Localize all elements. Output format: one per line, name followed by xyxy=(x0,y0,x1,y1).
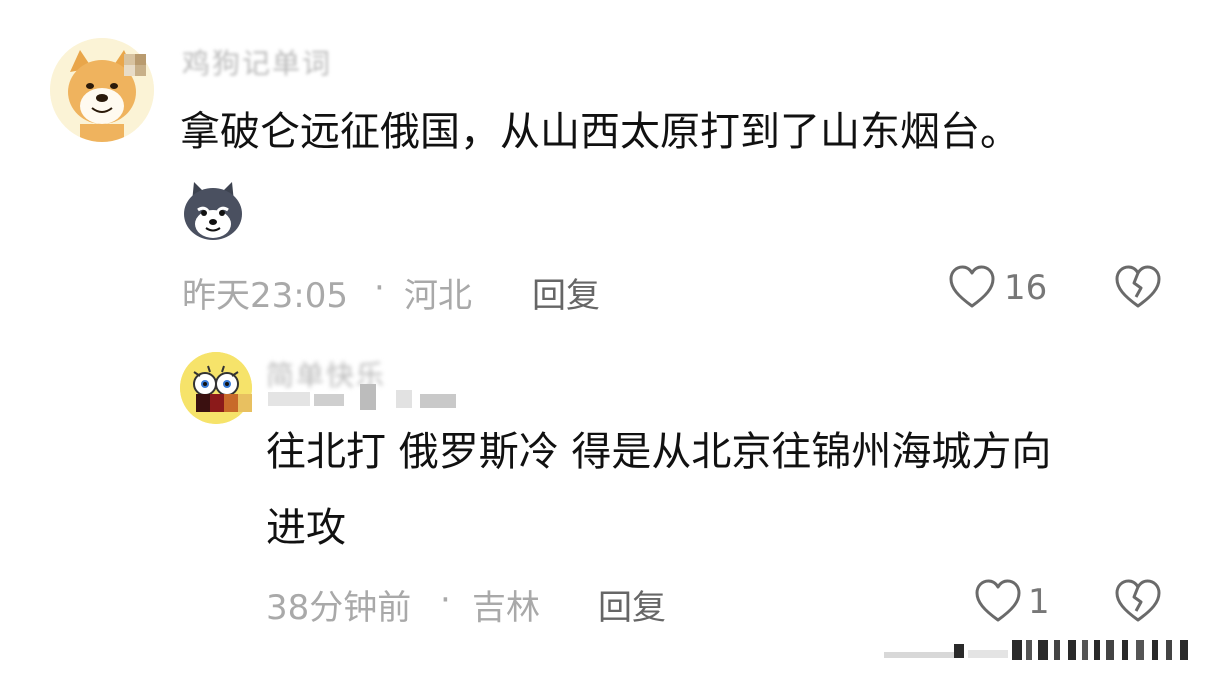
pixel-tag xyxy=(124,54,146,76)
dislike-button[interactable] xyxy=(1114,578,1164,626)
dislike-button[interactable] xyxy=(1114,264,1164,312)
pixel-tag xyxy=(196,394,252,412)
meta-separator: · xyxy=(374,268,385,308)
comment-text: 拿破仑远征俄国，从山西太原打到了山东烟台。 xyxy=(180,109,1020,155)
comment-username[interactable]: 鸡狗记单词 xyxy=(182,50,332,78)
reply-text-line-1: 往北打 俄罗斯冷 得是从北京往锦州海城方向 xyxy=(266,429,1052,475)
sponge-avatar-icon xyxy=(180,352,252,424)
username-mosaic xyxy=(268,384,458,410)
comment-location: 河北 xyxy=(404,276,472,316)
avatar[interactable] xyxy=(180,352,252,424)
like-count: 1 xyxy=(1028,582,1050,622)
like-count: 16 xyxy=(1004,268,1048,308)
comment-time: 昨天23:05 xyxy=(182,276,348,316)
reply-button[interactable]: 回复 xyxy=(532,268,600,317)
reply-location: 吉林 xyxy=(472,588,540,628)
broken-heart-icon xyxy=(1115,265,1161,308)
reply-time: 38分钟前 xyxy=(266,588,412,628)
heart-outline-icon xyxy=(949,265,995,308)
like-button[interactable]: 1 xyxy=(974,576,1054,626)
broken-heart-icon xyxy=(1115,579,1161,622)
heart-outline-icon xyxy=(975,579,1021,622)
husky-sticker xyxy=(182,180,244,242)
meta-separator: · xyxy=(440,580,451,620)
reply-button[interactable]: 回复 xyxy=(598,580,666,629)
watermark-bar xyxy=(884,636,1204,662)
like-button[interactable]: 16 xyxy=(948,262,1048,312)
reply-text-line-2: 进攻 xyxy=(266,505,346,551)
husky-sticker-icon xyxy=(184,182,242,240)
